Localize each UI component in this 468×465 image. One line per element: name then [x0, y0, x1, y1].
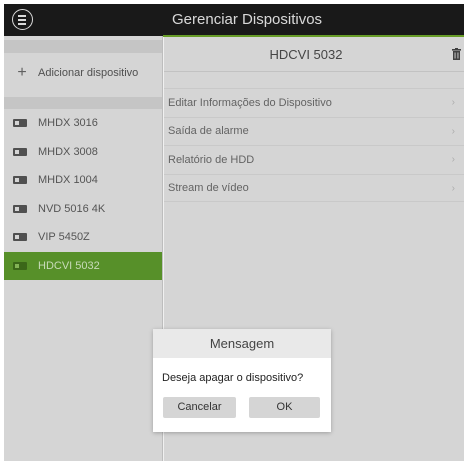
dialog-title: Mensagem	[153, 329, 331, 358]
ok-button[interactable]: OK	[249, 397, 320, 418]
confirm-dialog: Mensagem Deseja apagar o dispositivo? Ca…	[153, 329, 331, 432]
cancel-button[interactable]: Cancelar	[163, 397, 236, 418]
dialog-message: Deseja apagar o dispositivo?	[162, 372, 304, 384]
